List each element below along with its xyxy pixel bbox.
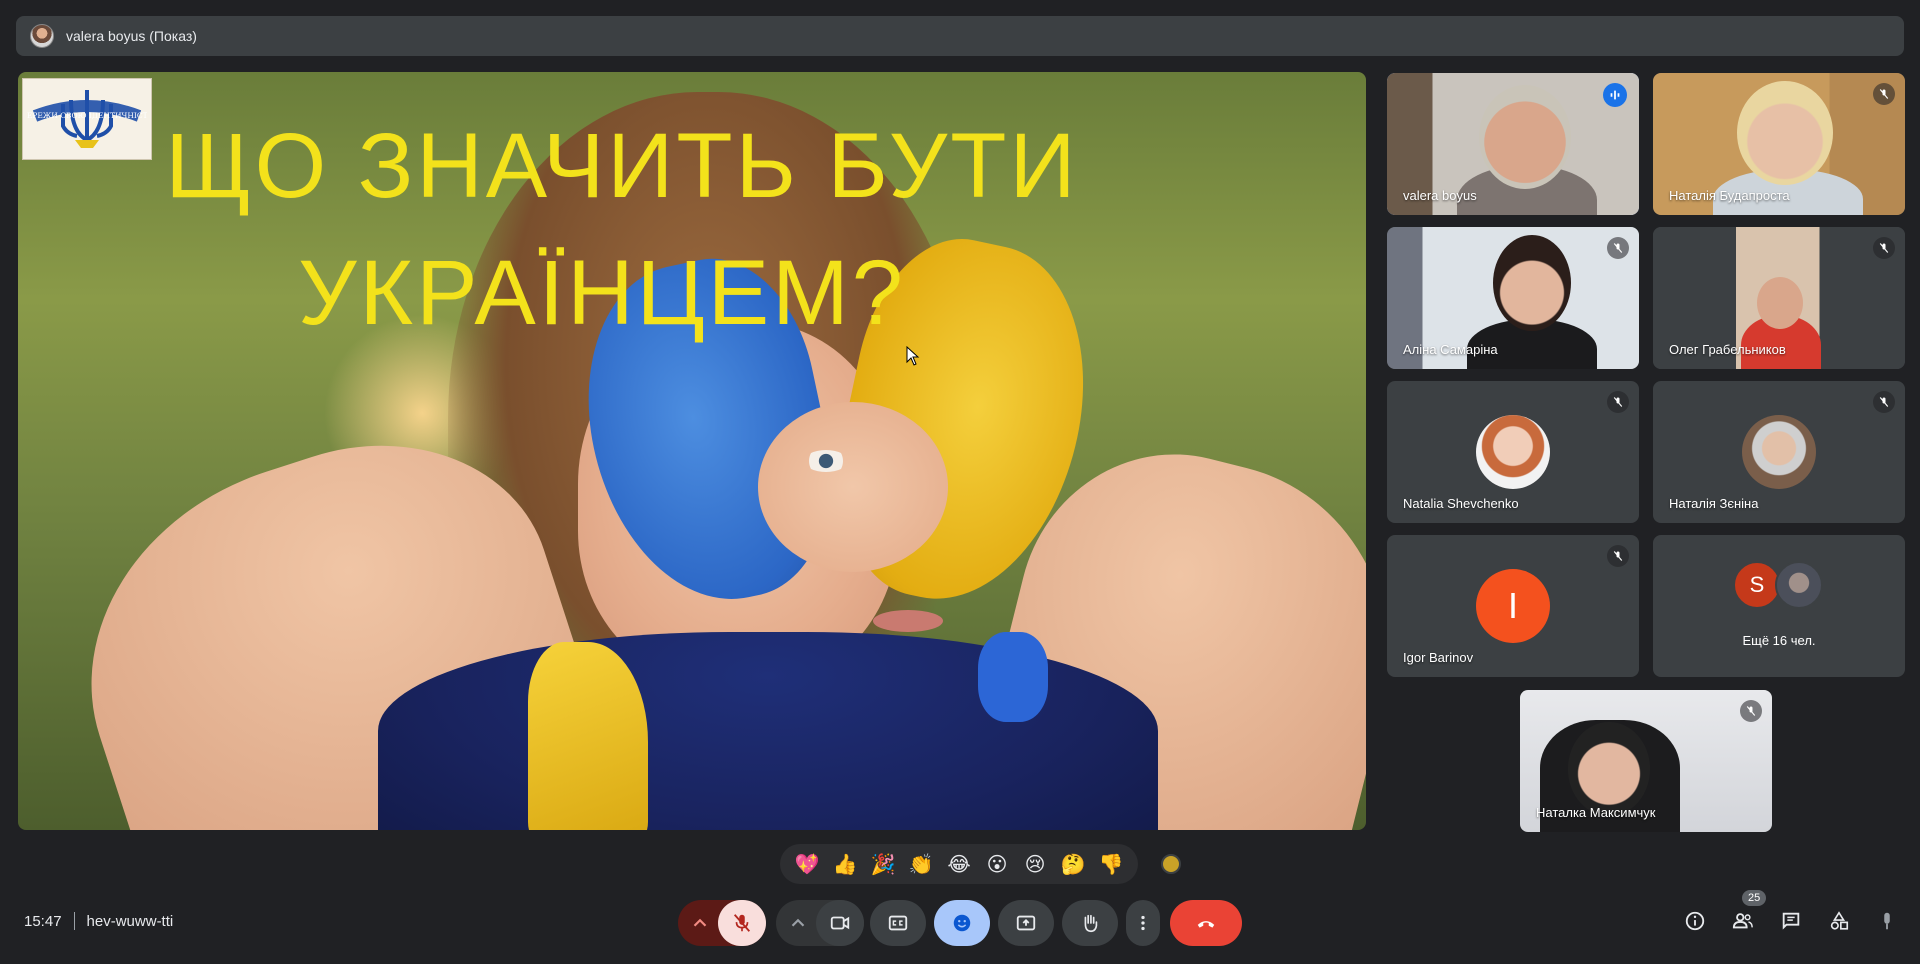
mic-off-icon — [1740, 700, 1762, 722]
slide-image-lips — [873, 610, 943, 632]
participant-name: Igor Barinov — [1403, 650, 1474, 665]
slide-image-yellow-ribbon — [528, 642, 648, 830]
info-icon — [1685, 911, 1705, 931]
reaction-clap[interactable]: 👏 — [904, 852, 938, 877]
end-call-icon — [1197, 921, 1215, 928]
participant-tile-valera[interactable]: valera boyus — [1387, 73, 1639, 215]
reaction-laugh[interactable]: 😂 — [942, 852, 976, 877]
trident-logo-icon: БЕРЕЖИ СВОЮ ІДЕНТИЧНІСТЬ — [27, 90, 147, 148]
participant-tile-alina-samarina[interactable]: Аліна Самаріна — [1387, 227, 1639, 369]
emoji-reactions-button[interactable] — [934, 900, 990, 946]
participant-tile-natalia-zenina[interactable]: Наталія Зєніна — [1653, 381, 1905, 523]
raise-hand-icon — [1084, 914, 1098, 933]
mouse-cursor-icon — [906, 346, 920, 366]
participant-name: Олег Грабельников — [1669, 342, 1786, 357]
participant-tile-oleg-grabelnikov[interactable]: Олег Грабельников — [1653, 227, 1905, 369]
people-icon — [1732, 913, 1753, 929]
chevron-up-icon — [791, 918, 805, 927]
host-controls-icon — [1884, 912, 1890, 930]
captions-button[interactable] — [870, 900, 926, 946]
reaction-thumbs-down[interactable]: 👎 — [1094, 852, 1128, 877]
participant-name: Наталка Максимчук — [1536, 805, 1656, 820]
participant-tile-igor-barinov[interactable]: I Igor Barinov — [1387, 535, 1639, 677]
activities-icon — [1830, 911, 1849, 930]
mic-off-icon — [1607, 545, 1629, 567]
chat-icon — [1782, 912, 1800, 930]
leave-call-button[interactable] — [1170, 900, 1242, 946]
host-controls-button[interactable] — [1874, 908, 1900, 934]
people-button[interactable]: 25 — [1730, 890, 1767, 934]
mic-off-icon — [1607, 237, 1629, 259]
slide-image-blue-ribbon — [978, 632, 1048, 722]
more-options-button[interactable] — [1126, 900, 1160, 946]
call-controls — [0, 900, 1920, 948]
participant-avatar — [1476, 415, 1550, 489]
participant-tile-natalka-maksymchuk[interactable]: Наталка Максимчук — [1520, 690, 1772, 832]
participant-tile-natalia-shevchenko[interactable]: Natalia Shevchenko — [1387, 381, 1639, 523]
activities-button[interactable] — [1826, 908, 1852, 934]
slide-title-line2: УКРАЇНЦЕМ? — [298, 242, 906, 344]
people-count-badge: 25 — [1742, 890, 1767, 906]
meeting-details-button[interactable] — [1682, 908, 1708, 934]
reaction-party[interactable]: 🎉 — [866, 852, 900, 877]
video-options-button[interactable] — [778, 900, 818, 946]
camera-toggle-button[interactable] — [816, 900, 864, 946]
mic-off-icon — [1873, 391, 1895, 413]
participant-avatar — [1742, 415, 1816, 489]
captions-icon — [888, 915, 908, 931]
slide-image-heart-window — [758, 402, 948, 572]
more-participants-label: Ещё 16 чел. — [1742, 633, 1816, 648]
more-vert-icon — [1141, 915, 1145, 931]
participant-avatar: I — [1476, 569, 1550, 643]
participant-name: valera boyus — [1403, 188, 1477, 203]
reaction-thumbs-up[interactable]: 👍 — [828, 852, 862, 877]
reaction-sad[interactable]: 😢 — [1018, 852, 1052, 877]
reaction-thinking[interactable]: 🤔 — [1056, 852, 1090, 877]
participant-name: Natalia Shevchenko — [1403, 496, 1519, 511]
slide-logo: БЕРЕЖИ СВОЮ ІДЕНТИЧНІСТЬ — [22, 78, 152, 160]
slide-image-eye — [804, 450, 848, 472]
more-participants-tile[interactable]: S Ещё 16 чел. — [1653, 535, 1905, 677]
raise-hand-button[interactable] — [1062, 900, 1118, 946]
present-screen-icon — [1016, 915, 1036, 931]
slide-title-line1: ЩО ЗНАЧИТЬ БУТИ — [165, 115, 1079, 217]
presentation-stage[interactable]: ЩО ЗНАЧИТЬ БУТИ УКРАЇНЦЕМ? БЕРЕЖИ СВОЮ І… — [18, 72, 1366, 830]
camera-icon — [830, 916, 850, 930]
speaking-indicator-icon — [1603, 83, 1627, 107]
participant-tile-natalia-budaprosta[interactable]: Наталія Будапроста — [1653, 73, 1905, 215]
mic-off-icon — [1873, 83, 1895, 105]
reaction-surprised[interactable]: 😮 — [980, 852, 1014, 877]
presenter-name: valera boyus (Показ) — [66, 28, 197, 44]
mic-off-icon — [1873, 237, 1895, 259]
participant-avatar: S — [1733, 561, 1781, 609]
emoji-icon — [953, 914, 971, 932]
logo-text: БЕРЕЖИ СВОЮ ІДЕНТИЧНІСТЬ — [27, 111, 147, 120]
skin-tone-selector[interactable] — [1161, 854, 1181, 874]
reactions-bar: 💖 👍 🎉 👏 😂 😮 😢 🤔 👎 — [780, 844, 1138, 884]
reaction-heart[interactable]: 💖 — [790, 852, 824, 877]
mic-off-icon — [1607, 391, 1629, 413]
participant-name: Наталія Будапроста — [1669, 188, 1790, 203]
mic-off-icon — [733, 914, 751, 932]
microphone-toggle-button[interactable] — [718, 900, 766, 946]
side-panel-buttons: 25 — [1682, 890, 1900, 934]
chevron-up-icon — [693, 918, 707, 927]
participant-avatar — [1775, 561, 1823, 609]
participant-name: Наталія Зєніна — [1669, 496, 1759, 511]
presenter-avatar — [30, 24, 54, 48]
presenter-bar: valera boyus (Показ) — [16, 16, 1904, 56]
participant-name: Аліна Самаріна — [1403, 342, 1498, 357]
more-avatars: S — [1733, 561, 1823, 609]
present-screen-button[interactable] — [998, 900, 1054, 946]
chat-button[interactable] — [1778, 908, 1804, 934]
audio-options-button[interactable] — [680, 900, 720, 946]
